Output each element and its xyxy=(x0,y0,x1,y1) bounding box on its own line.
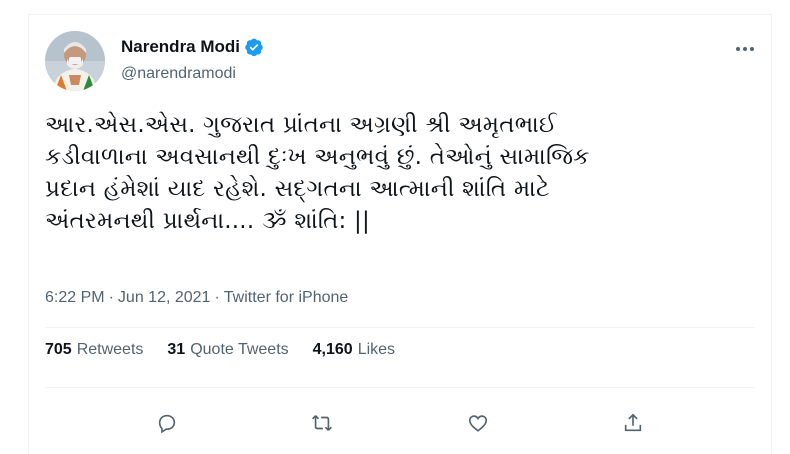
likes-count: 4,160 xyxy=(312,341,353,358)
quotes-count: 31 xyxy=(167,341,186,358)
retweets-stat[interactable]: 705 Retweets xyxy=(45,341,143,359)
author-handle[interactable]: @narendramodi xyxy=(121,65,236,83)
verified-badge-icon xyxy=(244,37,264,57)
divider xyxy=(45,327,755,328)
tweet-card: Narendra Modi @narendramodi આર.એસ.એસ. ગુ… xyxy=(28,14,772,454)
meta-separator: · xyxy=(214,289,220,306)
meta-separator: · xyxy=(108,289,114,306)
retweets-count: 705 xyxy=(45,341,72,358)
tweet-source[interactable]: Twitter for iPhone xyxy=(224,289,349,307)
author-row: Narendra Modi xyxy=(121,37,264,57)
author-name[interactable]: Narendra Modi xyxy=(121,37,240,57)
action-bar xyxy=(29,401,771,445)
share-icon[interactable] xyxy=(613,403,653,443)
reply-icon[interactable] xyxy=(147,403,187,443)
retweet-icon[interactable] xyxy=(302,403,342,443)
likes-stat[interactable]: 4,160 Likes xyxy=(313,341,395,359)
more-icon[interactable] xyxy=(733,39,757,59)
divider xyxy=(45,387,755,388)
tweet-date[interactable]: Jun 12, 2021 xyxy=(118,289,211,307)
tweet-text: આર.એસ.એસ. ગુજરાત પ્રાંતના અગ્રણી શ્રી અમ… xyxy=(45,112,590,234)
tweet-meta: 6:22 PM · Jun 12, 2021 · Twitter for iPh… xyxy=(45,289,348,307)
quotes-label: Quote Tweets xyxy=(190,341,289,358)
tweet-stats: 705 Retweets 31 Quote Tweets 4,160 Likes xyxy=(45,341,395,359)
tweet-time[interactable]: 6:22 PM xyxy=(45,289,105,307)
quotes-stat[interactable]: 31 Quote Tweets xyxy=(167,341,288,359)
retweets-label: Retweets xyxy=(76,341,144,358)
avatar[interactable] xyxy=(45,31,105,91)
like-icon[interactable] xyxy=(458,403,498,443)
likes-label: Likes xyxy=(357,341,396,358)
